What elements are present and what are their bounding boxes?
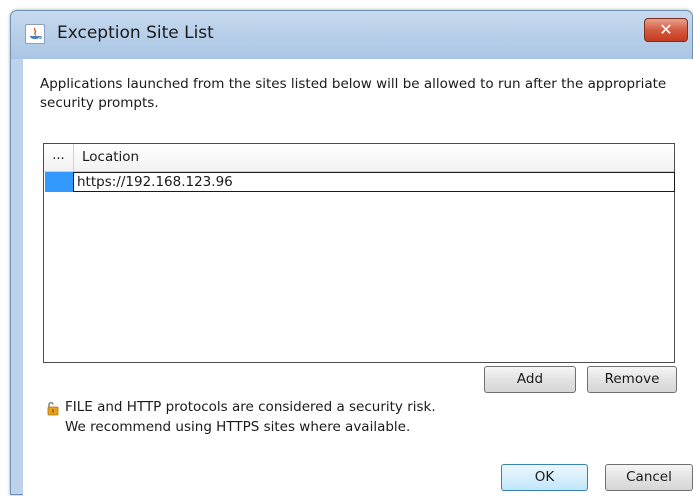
unlocked-padlock-icon	[45, 400, 61, 420]
row-selection-cell[interactable]	[45, 172, 73, 192]
add-button[interactable]: Add	[484, 366, 576, 393]
location-cell-editor[interactable]: https://192.168.123.96	[73, 172, 675, 192]
close-button[interactable]: ✕	[644, 18, 688, 42]
dialog-content: Applications launched from the sites lis…	[23, 59, 693, 496]
warning-line-2: We recommend using HTTPS sites where ava…	[65, 419, 411, 435]
table-header: ... Location	[44, 144, 674, 172]
java-icon	[25, 24, 45, 44]
warning-line-1: FILE and HTTP protocols are considered a…	[65, 399, 436, 415]
cancel-button[interactable]: Cancel	[605, 464, 693, 491]
title-bar[interactable]: Exception Site List ✕	[11, 11, 692, 59]
security-warning: FILE and HTTP protocols are considered a…	[65, 397, 436, 437]
exception-site-list-dialog: Exception Site List ✕ Applications launc…	[10, 10, 693, 496]
location-table[interactable]: ... Location https://192.168.123.96	[43, 143, 675, 363]
intro-text: Applications launched from the sites lis…	[40, 76, 667, 111]
remove-button[interactable]: Remove	[587, 366, 677, 393]
column-header-location[interactable]: Location	[82, 144, 139, 171]
table-row[interactable]: https://192.168.123.96	[44, 172, 675, 193]
column-header-dots[interactable]: ...	[44, 144, 74, 171]
window-title: Exception Site List	[57, 23, 214, 43]
ok-button[interactable]: OK	[501, 464, 588, 491]
